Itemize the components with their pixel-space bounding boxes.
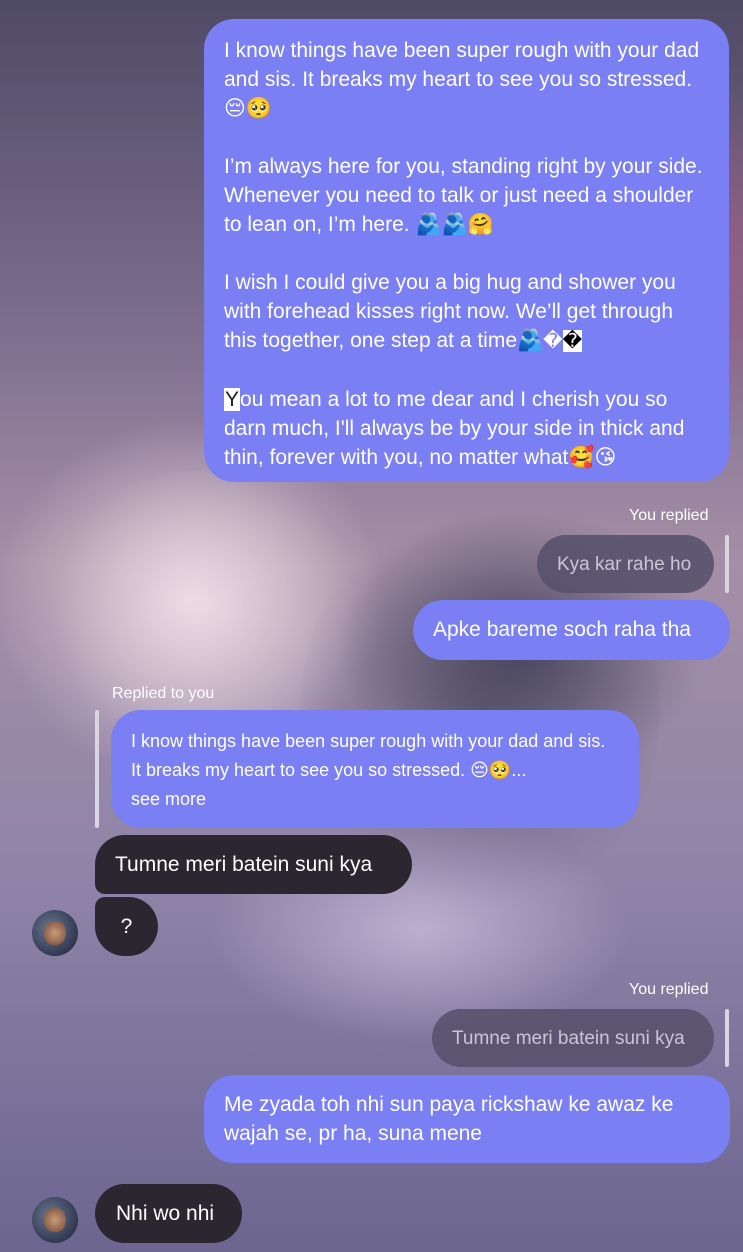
message-text: ? <box>120 915 133 938</box>
broken-glyph: � <box>543 330 563 352</box>
message-bubble-outgoing[interactable]: Apke bareme soch raha tha <box>413 600 730 660</box>
text-cursor: Y <box>224 388 241 411</box>
message-bubble-incoming[interactable]: ? <box>95 897 158 956</box>
quoted-message[interactable]: Tumne meri batein suni kya <box>432 1009 714 1067</box>
quoted-message[interactable]: Kya kar rahe ho <box>537 535 714 593</box>
quote-bar <box>725 1009 729 1067</box>
message-text: Apke bareme soch raha tha <box>433 618 691 641</box>
message-bubble-incoming[interactable]: Tumne meri batein suni kya <box>95 835 412 894</box>
message-text: Me zyada toh nhi sun paya rickshaw ke aw… <box>224 1093 674 1145</box>
reply-label: You replied <box>629 507 709 524</box>
see-more-link[interactable]: see more <box>131 785 619 814</box>
message-paragraph: I wish I could give you a big hug and sh… <box>224 268 709 356</box>
message-paragraph-text: ou mean a lot to me dear and I cherish y… <box>224 388 685 469</box>
contact-avatar[interactable] <box>32 1197 78 1243</box>
reply-label: Replied to you <box>112 685 215 702</box>
message-bubble-long-outgoing[interactable]: I know things have been super rough with… <box>204 19 729 482</box>
quoted-text: I know things have been super rough with… <box>131 731 606 780</box>
message-bubble-incoming[interactable]: Nhi wo nhi <box>95 1184 242 1243</box>
reply-label: You replied <box>629 981 709 998</box>
broken-glyph-box: � <box>562 330 583 352</box>
quoted-text: Tumne meri batein suni kya <box>452 1028 685 1049</box>
quoted-text: Kya kar rahe ho <box>557 554 692 575</box>
wallpaper-blob <box>40 470 370 750</box>
message-text: Nhi wo nhi <box>116 1202 215 1225</box>
quoted-message[interactable]: I know things have been super rough with… <box>111 710 639 828</box>
message-paragraph: I’m always here for you, standing right … <box>224 155 703 236</box>
message-bubble-outgoing[interactable]: Me zyada toh nhi sun paya rickshaw ke aw… <box>204 1075 730 1163</box>
contact-avatar[interactable] <box>32 910 78 956</box>
message-paragraph: You mean a lot to me dear and I cherish … <box>224 385 709 472</box>
message-paragraph: I know things have been super rough with… <box>224 39 700 120</box>
quote-bar <box>95 710 99 828</box>
message-paragraph-text: I wish I could give you a big hug and sh… <box>224 271 676 352</box>
message-text: Tumne meri batein suni kya <box>115 853 373 876</box>
quote-bar <box>725 535 729 593</box>
